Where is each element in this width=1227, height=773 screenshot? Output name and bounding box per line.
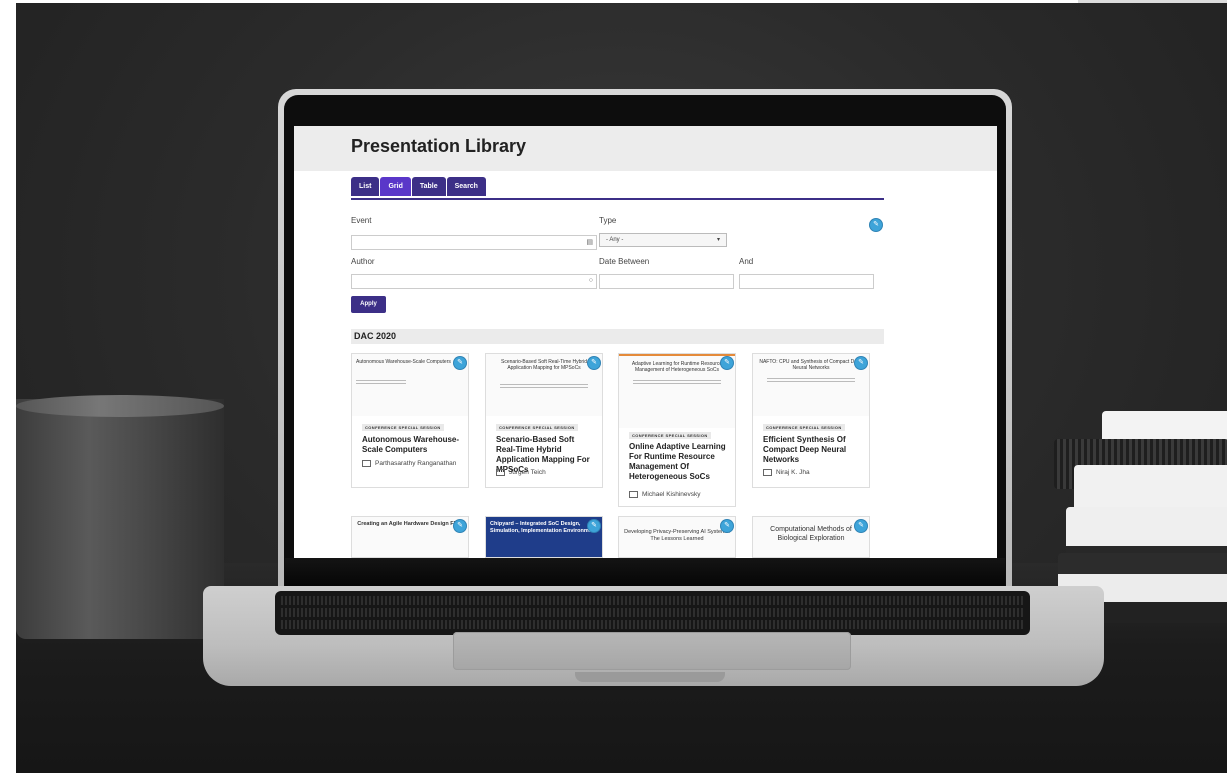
person-icon	[496, 468, 505, 476]
thumbnail-title: Chipyard – Integrated SoC Design, Simula…	[490, 521, 597, 534]
presentation-card-thumbnail[interactable]: Creating an Agile Hardware Design Flow ✎	[351, 516, 469, 558]
card-thumbnail: Autonomous Warehouse-Scale Computers	[352, 354, 468, 416]
person-icon	[629, 490, 638, 498]
author-label: Author	[351, 257, 375, 266]
apply-button[interactable]: Apply	[351, 296, 386, 313]
thumbnail-text-lines	[356, 380, 406, 386]
section-title: DAC 2020	[351, 329, 884, 344]
author-name: Parthasarathy Ranganathan	[375, 460, 457, 467]
trackpad	[453, 632, 851, 670]
thumbnail-text-lines	[767, 378, 855, 384]
thumbnail-text-lines	[633, 380, 721, 386]
tab-list[interactable]: List	[351, 177, 380, 196]
thumbnail-title: Computational Methods of Biological Expl…	[770, 526, 852, 542]
card-title[interactable]: Autonomous Warehouse-Scale Computers	[362, 435, 462, 455]
pencil-icon[interactable]: ✎	[454, 520, 466, 532]
keyboard	[275, 591, 1030, 635]
card-title[interactable]: Efficient Synthesis Of Compact Deep Neur…	[763, 435, 863, 465]
type-select[interactable]: - Any - ▾	[599, 233, 727, 247]
thumbnail-title: Adaptive Learning for Runtime Resource M…	[631, 361, 723, 373]
tab-search[interactable]: Search	[446, 177, 486, 196]
session-badge: Conference Special Session	[763, 424, 845, 431]
page-title: Presentation Library	[351, 136, 527, 156]
card-author: Niraj K. Jha	[763, 468, 863, 477]
type-select-value: - Any -	[606, 237, 624, 243]
card-author: Jürgen Teich	[496, 468, 596, 477]
pencil-icon[interactable]: ✎	[454, 357, 466, 369]
thumbnail-title: Scenario-Based Soft Real-Time Hybrid App…	[501, 359, 587, 371]
person-icon	[362, 459, 371, 467]
thumbnail-title: Creating an Agile Hardware Design Flow	[357, 521, 463, 527]
clear-icon: ○	[588, 277, 593, 284]
calendar-icon: ▤	[586, 239, 593, 246]
pencil-icon[interactable]: ✎	[870, 219, 882, 231]
presentation-card-thumbnail[interactable]: Chipyard – Integrated SoC Design, Simula…	[485, 516, 603, 558]
event-label: Event	[351, 216, 372, 225]
card-author: Parthasarathy Ranganathan	[362, 459, 462, 468]
view-tabs: List Grid Table Search	[351, 177, 884, 200]
laptop-notch	[575, 672, 725, 682]
page-header: Presentation Library	[294, 126, 997, 171]
pencil-icon[interactable]: ✎	[721, 357, 733, 369]
pencil-icon[interactable]: ✎	[855, 357, 867, 369]
presentation-card-thumbnail[interactable]: Computational Methods of Biological Expl…	[752, 516, 870, 558]
keyboard-keys	[281, 596, 1024, 630]
session-badge: Conference Special Session	[629, 432, 711, 439]
pencil-icon[interactable]: ✎	[588, 357, 600, 369]
laptop-screen: Presentation Library List Grid Table Search…	[294, 126, 997, 558]
card-title[interactable]: Online Adaptive Learning For Runtime Res…	[629, 442, 729, 482]
presentation-card[interactable]: Scenario-Based Soft Real-Time Hybrid App…	[485, 353, 603, 488]
thumbnail-title: Developing Privacy-Preserving AI Systems…	[624, 529, 730, 542]
pencil-icon[interactable]: ✎	[855, 520, 867, 532]
card-author: Michael Kishinevsky	[629, 490, 729, 499]
date-between-label: Date Between	[599, 257, 650, 266]
presentation-card-thumbnail[interactable]: Developing Privacy-Preserving AI Systems…	[618, 516, 736, 558]
event-input[interactable]: ▤	[351, 235, 597, 250]
author-name: Jürgen Teich	[509, 469, 546, 476]
person-icon	[763, 468, 772, 476]
and-label: And	[739, 257, 754, 266]
tab-table[interactable]: Table	[411, 177, 446, 196]
chevron-down-icon: ▾	[716, 237, 720, 243]
card-thumbnail: Adaptive Learning for Runtime Resource M…	[619, 354, 735, 428]
presentation-card[interactable]: NAFTO: CPU and Synthesis of Compact Deep…	[752, 353, 870, 488]
date-end-input[interactable]	[739, 274, 874, 289]
session-badge: Conference Special Session	[362, 424, 444, 431]
thumbnail-title: NAFTO: CPU and Synthesis of Compact Deep…	[759, 359, 863, 371]
presentation-card[interactable]: Adaptive Learning for Runtime Resource M…	[618, 353, 736, 507]
laptop-hinge	[285, 558, 1005, 588]
thumbnail-text-lines	[500, 384, 588, 390]
type-label: Type	[599, 216, 617, 225]
session-badge: Conference Special Session	[496, 424, 578, 431]
tab-grid[interactable]: Grid	[380, 177, 411, 196]
card-thumbnail: NAFTO: CPU and Synthesis of Compact Deep…	[753, 354, 869, 416]
coffee-mug-rim	[16, 395, 224, 417]
card-thumbnail: Scenario-Based Soft Real-Time Hybrid App…	[486, 354, 602, 416]
pencil-icon[interactable]: ✎	[588, 520, 600, 532]
author-name: Michael Kishinevsky	[642, 491, 701, 498]
thumbnail-title: Autonomous Warehouse-Scale Computers	[356, 359, 451, 365]
pencil-icon[interactable]: ✎	[721, 520, 733, 532]
presentation-card[interactable]: Autonomous Warehouse-Scale Computers ✎ C…	[351, 353, 469, 488]
author-name: Niraj K. Jha	[776, 469, 810, 476]
coffee-mug	[16, 399, 224, 639]
date-start-input[interactable]	[599, 274, 734, 289]
author-input[interactable]: ○	[351, 274, 597, 289]
